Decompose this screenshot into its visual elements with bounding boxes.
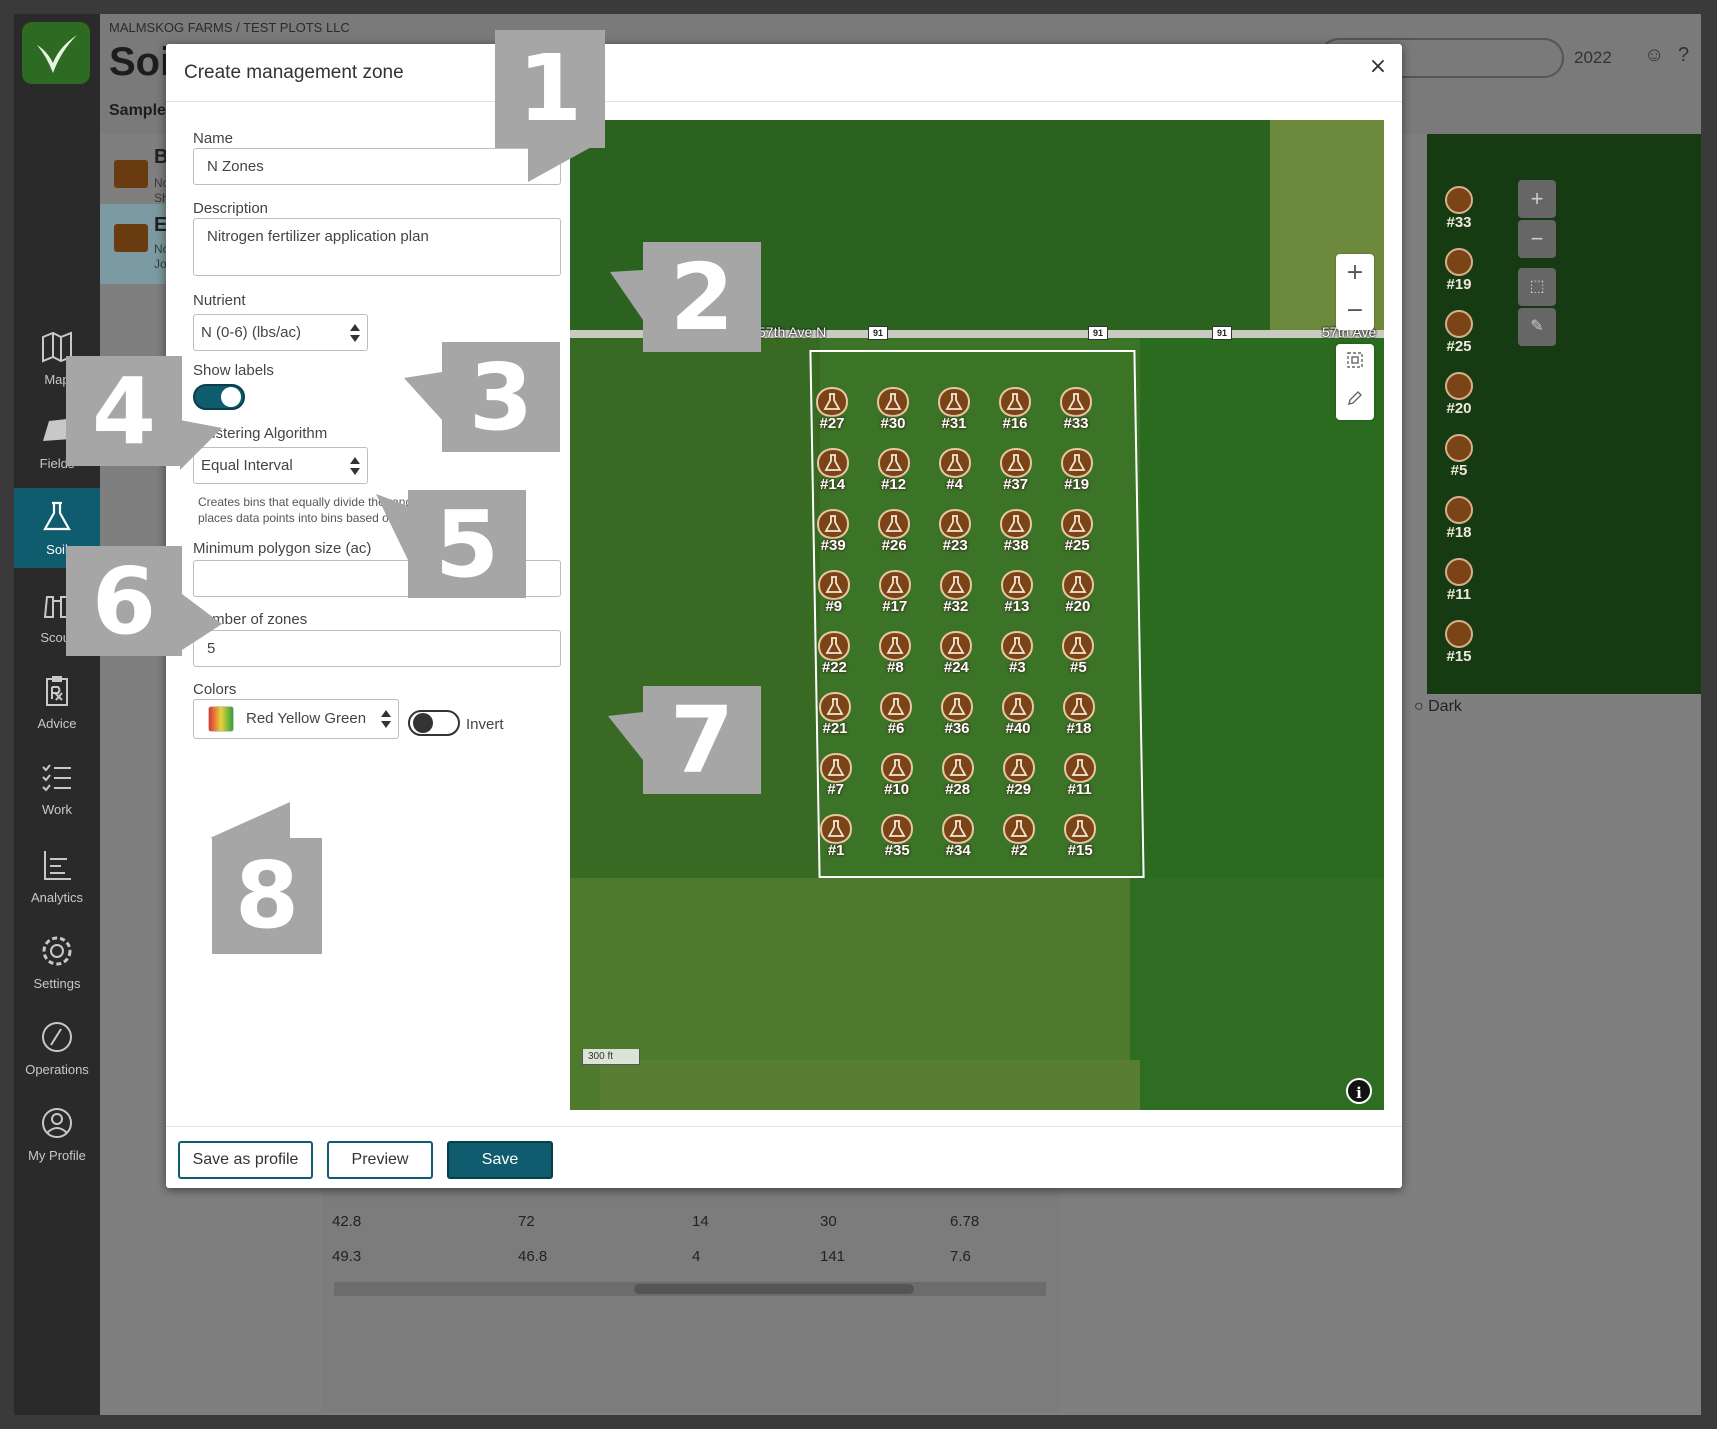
callout-4: 4 [66, 356, 182, 466]
callout-tails [180, 140, 643, 838]
callout-8: 8 [212, 838, 322, 954]
callout-3: 3 [442, 342, 560, 452]
callout-7: 7 [643, 686, 761, 794]
callout-1: 1 [495, 30, 605, 148]
callout-2: 2 [643, 242, 761, 352]
callout-5: 5 [408, 490, 526, 598]
callout-6: 6 [66, 546, 182, 656]
